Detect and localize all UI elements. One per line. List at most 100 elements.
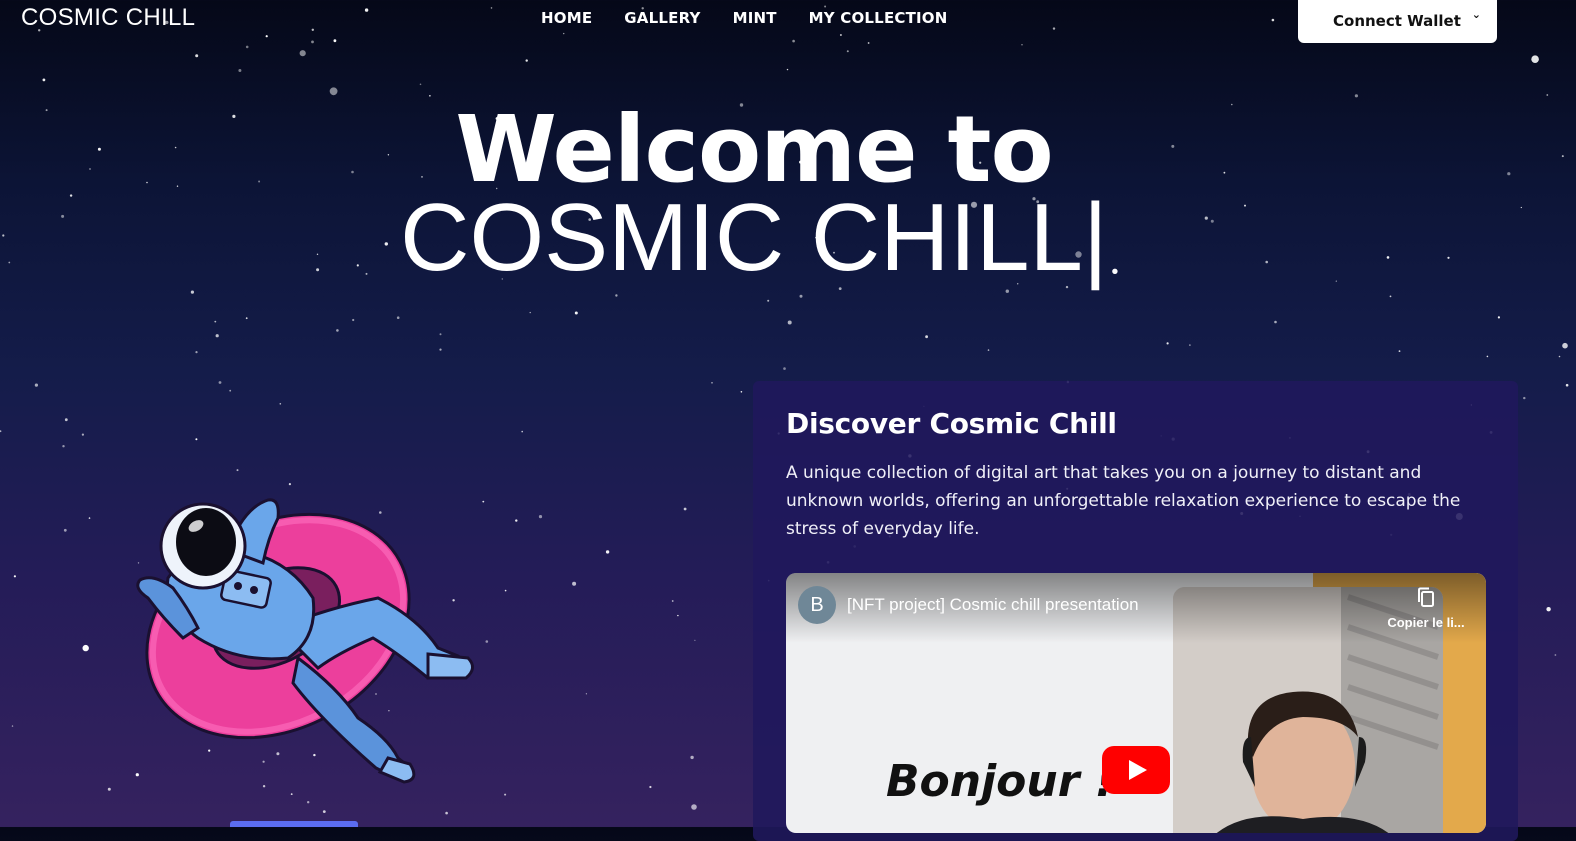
- star: [329, 87, 338, 96]
- star: [218, 381, 222, 384]
- star: [1486, 355, 1489, 358]
- star: [288, 483, 291, 486]
- star: [504, 589, 507, 592]
- star: [229, 389, 232, 392]
- star: [521, 430, 523, 433]
- star: [987, 349, 990, 351]
- brand-logo[interactable]: COSMIC CHILL: [21, 4, 195, 32]
- star: [711, 382, 713, 384]
- star: [439, 348, 442, 351]
- star: [63, 528, 67, 532]
- star: [195, 438, 198, 441]
- star: [64, 418, 68, 422]
- channel-avatar[interactable]: B: [798, 586, 836, 624]
- star: [34, 383, 39, 387]
- star: [1497, 316, 1500, 319]
- star: [1565, 383, 1569, 387]
- star: [683, 507, 687, 511]
- nav-link-home[interactable]: HOME: [541, 9, 592, 27]
- star: [214, 320, 217, 323]
- star: [0, 430, 2, 433]
- star: [195, 351, 198, 354]
- nav-link-gallery[interactable]: GALLERY: [624, 9, 700, 27]
- star: [238, 69, 242, 72]
- bottom-button-edge[interactable]: [230, 821, 358, 827]
- star: [195, 54, 199, 58]
- star: [585, 693, 588, 695]
- nav-link-mint[interactable]: MINT: [733, 9, 777, 27]
- star: [429, 95, 431, 97]
- copy-link-label: Copier le li...: [1387, 615, 1465, 630]
- star: [786, 68, 789, 71]
- star: [1354, 94, 1358, 98]
- star: [82, 644, 89, 652]
- star: [419, 83, 422, 86]
- card-title: Discover Cosmic Chill: [786, 407, 1117, 440]
- star: [691, 804, 697, 810]
- star: [538, 515, 543, 519]
- star: [299, 50, 306, 57]
- star: [767, 299, 770, 302]
- star: [322, 810, 326, 813]
- star: [671, 600, 674, 602]
- chevron-down-icon: ⌄: [1471, 8, 1481, 21]
- star: [846, 50, 849, 53]
- star: [236, 469, 239, 472]
- star: [694, 639, 696, 642]
- copy-link-button[interactable]: Copier le li...: [1383, 587, 1469, 630]
- star: [515, 519, 518, 522]
- nav-links: HOME GALLERY MINT MY COLLECTION: [541, 9, 948, 27]
- star: [574, 311, 578, 315]
- star: [1520, 206, 1522, 209]
- star: [1554, 654, 1557, 656]
- star: [62, 445, 65, 448]
- star: [290, 793, 293, 795]
- star: [396, 316, 400, 320]
- star: [81, 433, 84, 436]
- star: [107, 787, 111, 791]
- star: [649, 785, 652, 789]
- star: [605, 550, 610, 554]
- star: [13, 575, 16, 578]
- star: [690, 755, 694, 760]
- star: [1558, 355, 1561, 358]
- star: [245, 317, 248, 320]
- star: [1561, 155, 1564, 158]
- copy-link-icon: [1418, 587, 1434, 607]
- nav-link-my-collection[interactable]: MY COLLECTION: [809, 9, 948, 27]
- star: [1398, 350, 1401, 352]
- star: [1274, 320, 1277, 324]
- star: [1166, 342, 1169, 345]
- card-description: A unique collection of digital art that …: [786, 463, 1461, 539]
- star: [572, 581, 577, 586]
- star: [525, 59, 528, 62]
- star: [245, 45, 249, 49]
- star: [740, 391, 743, 393]
- star: [88, 517, 91, 519]
- star: [787, 320, 792, 325]
- star: [1531, 55, 1539, 63]
- navbar: COSMIC CHILL HOME GALLERY MINT MY COLLEC…: [0, 0, 1576, 44]
- star: [1546, 94, 1549, 96]
- connect-wallet-button[interactable]: Connect Wallet ⌄: [1298, 0, 1497, 43]
- star: [1189, 344, 1191, 346]
- star: [307, 801, 310, 804]
- star: [504, 793, 507, 796]
- star: [439, 333, 442, 336]
- star: [1389, 295, 1392, 298]
- star: [615, 294, 618, 297]
- youtube-play-icon[interactable]: [1102, 746, 1170, 794]
- star: [799, 294, 803, 298]
- star: [783, 367, 786, 370]
- discover-card: Discover Cosmic Chill A unique collectio…: [753, 381, 1518, 841]
- star: [11, 725, 14, 727]
- star: [1523, 396, 1526, 400]
- youtube-video-embed[interactable]: B [NFT project] Cosmic chill presentatio…: [786, 573, 1486, 833]
- hero-title-brand: COSMIC CHILL|: [400, 184, 1108, 291]
- astronaut-illustration: [136, 498, 474, 784]
- thumbnail-greeting: Bonjour !: [886, 756, 1115, 807]
- video-title[interactable]: [NFT project] Cosmic chill presentation: [847, 595, 1139, 615]
- connect-wallet-label: Connect Wallet: [1333, 12, 1461, 30]
- star: [1562, 342, 1568, 349]
- star: [215, 334, 219, 338]
